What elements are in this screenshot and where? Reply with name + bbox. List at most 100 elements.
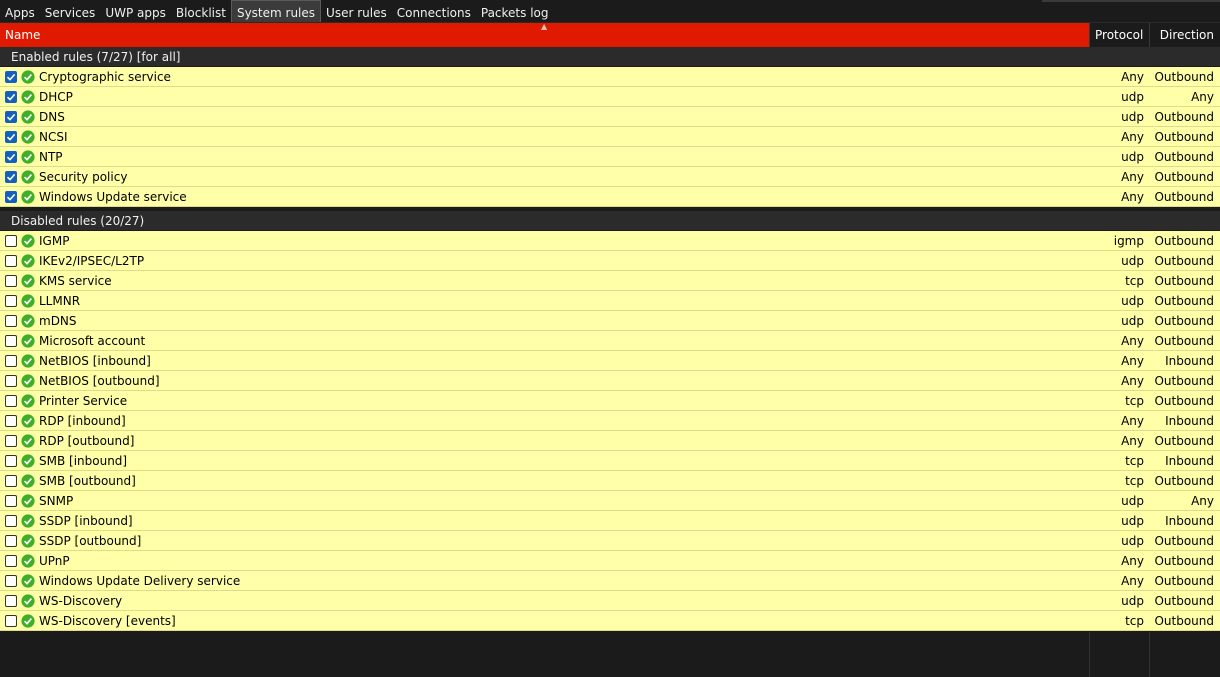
tab-services[interactable]: Services [40, 0, 101, 22]
green-check-circle-icon [21, 453, 35, 468]
tab-user-rules[interactable]: User rules [321, 0, 392, 22]
rule-row[interactable]: IGMP igmp Outbound [0, 231, 1220, 251]
green-check-circle-icon [21, 89, 35, 104]
rule-checkbox[interactable] [5, 454, 17, 467]
rule-direction: Outbound [1154, 314, 1214, 328]
rule-row[interactable]: UPnP Any Outbound [0, 551, 1220, 571]
rule-name: RDP [inbound] [39, 413, 126, 428]
rule-checkbox[interactable] [5, 514, 17, 527]
tab-packets-log[interactable]: Packets log [476, 0, 554, 22]
green-check-circle-icon [21, 553, 35, 568]
rule-protocol: udp [1121, 150, 1144, 164]
green-check-circle-icon [21, 373, 35, 388]
rule-checkbox[interactable] [5, 274, 17, 287]
rule-checkbox[interactable] [5, 354, 17, 367]
rule-row[interactable]: LLMNR udp Outbound [0, 291, 1220, 311]
rule-checkbox[interactable] [5, 574, 17, 587]
rule-checkbox[interactable] [5, 90, 17, 103]
rule-direction: Outbound [1154, 170, 1214, 184]
green-check-circle-icon [21, 293, 35, 308]
rule-protocol: udp [1121, 514, 1144, 528]
rule-row[interactable]: NTP udp Outbound [0, 147, 1220, 167]
rule-row[interactable]: Windows Update service Any Outbound [0, 187, 1220, 207]
rule-row[interactable]: mDNS udp Outbound [0, 311, 1220, 331]
column-header: Name ▲ Protocol Direction [0, 22, 1220, 47]
rule-row[interactable]: NetBIOS [inbound] Any Inbound [0, 351, 1220, 371]
rule-checkbox[interactable] [5, 414, 17, 427]
rule-protocol: tcp [1125, 474, 1144, 488]
rule-row[interactable]: SMB [inbound] tcp Inbound [0, 451, 1220, 471]
rule-row[interactable]: SSDP [inbound] udp Inbound [0, 511, 1220, 531]
rule-protocol: udp [1121, 294, 1144, 308]
tab-blocklist[interactable]: Blocklist [171, 0, 231, 22]
rule-protocol: Any [1121, 414, 1144, 428]
rule-name-cell: Security policy [0, 167, 1090, 186]
sort-ascending-icon: ▲ [541, 22, 548, 31]
rule-checkbox[interactable] [5, 594, 17, 607]
column-name[interactable]: Name ▲ [0, 22, 1090, 47]
rule-checkbox[interactable] [5, 374, 17, 387]
rule-checkbox[interactable] [5, 474, 17, 487]
column-protocol-label: Protocol [1095, 28, 1144, 42]
rule-checkbox[interactable] [5, 554, 17, 567]
rule-name-cell: IGMP [0, 231, 1090, 250]
rule-checkbox[interactable] [5, 170, 17, 183]
tab-system-rules[interactable]: System rules [230, 0, 322, 22]
rule-checkbox[interactable] [5, 254, 17, 267]
rule-row[interactable]: Cryptographic service Any Outbound [0, 67, 1220, 87]
rule-row[interactable]: WS-Discovery udp Outbound [0, 591, 1220, 611]
rule-row[interactable]: SSDP [outbound] udp Outbound [0, 531, 1220, 551]
rule-row[interactable]: NetBIOS [outbound] Any Outbound [0, 371, 1220, 391]
tab-apps[interactable]: Apps [0, 0, 40, 22]
rule-checkbox[interactable] [5, 394, 17, 407]
group-header[interactable]: Disabled rules (20/27) [0, 211, 1220, 231]
rule-checkbox[interactable] [5, 234, 17, 247]
rule-row[interactable]: NCSI Any Outbound [0, 127, 1220, 147]
tab-uwp-apps[interactable]: UWP apps [100, 0, 171, 22]
rule-row[interactable]: Microsoft account Any Outbound [0, 331, 1220, 351]
rule-row[interactable]: WS-Discovery [events] tcp Outbound [0, 611, 1220, 631]
tab-bar: Apps Services UWP apps Blocklist System rule… [0, 0, 1220, 23]
rule-name: mDNS [39, 313, 77, 328]
rule-name-cell: Microsoft account [0, 331, 1090, 350]
rule-checkbox[interactable] [5, 494, 17, 507]
rule-checkbox[interactable] [5, 434, 17, 447]
rule-row[interactable]: Windows Update Delivery service Any Outbou… [0, 571, 1220, 591]
group-header[interactable]: Enabled rules (7/27) [for all] [0, 47, 1220, 67]
rule-name: NetBIOS [inbound] [39, 353, 151, 368]
green-check-circle-icon [21, 593, 35, 608]
rule-name: UPnP [39, 553, 70, 568]
rule-name-cell: mDNS [0, 311, 1090, 330]
rule-row[interactable]: Printer Service tcp Outbound [0, 391, 1220, 411]
rule-row[interactable]: DHCP udp Any [0, 87, 1220, 107]
rule-protocol: Any [1121, 190, 1144, 204]
rule-protocol: udp [1121, 494, 1144, 508]
rule-direction: Outbound [1154, 130, 1214, 144]
rule-checkbox[interactable] [5, 614, 17, 627]
rule-checkbox[interactable] [5, 334, 17, 347]
rule-row[interactable]: SMB [outbound] tcp Outbound [0, 471, 1220, 491]
rule-direction: Outbound [1154, 374, 1214, 388]
rule-row[interactable]: IKEv2/IPSEC/L2TP udp Outbound [0, 251, 1220, 271]
rule-checkbox[interactable] [5, 294, 17, 307]
rule-direction: Inbound [1165, 354, 1214, 368]
tab-connections[interactable]: Connections [392, 0, 476, 22]
rule-checkbox[interactable] [5, 534, 17, 547]
rule-checkbox[interactable] [5, 150, 17, 163]
rule-row[interactable]: KMS service tcp Outbound [0, 271, 1220, 291]
rule-row[interactable]: RDP [outbound] Any Outbound [0, 431, 1220, 451]
column-protocol[interactable]: Protocol [1090, 23, 1150, 47]
rule-row[interactable]: RDP [inbound] Any Inbound [0, 411, 1220, 431]
rule-checkbox[interactable] [5, 190, 17, 203]
rule-row[interactable]: SNMP udp Any [0, 491, 1220, 511]
rule-name-cell: SMB [inbound] [0, 451, 1090, 470]
rule-name-cell: IKEv2/IPSEC/L2TP [0, 251, 1090, 270]
rule-checkbox[interactable] [5, 130, 17, 143]
column-direction[interactable]: Direction [1150, 23, 1220, 47]
green-check-circle-icon [21, 169, 35, 184]
rule-row[interactable]: Security policy Any Outbound [0, 167, 1220, 187]
rule-checkbox[interactable] [5, 110, 17, 123]
rule-checkbox[interactable] [5, 314, 17, 327]
rule-row[interactable]: DNS udp Outbound [0, 107, 1220, 127]
rule-checkbox[interactable] [5, 70, 17, 83]
